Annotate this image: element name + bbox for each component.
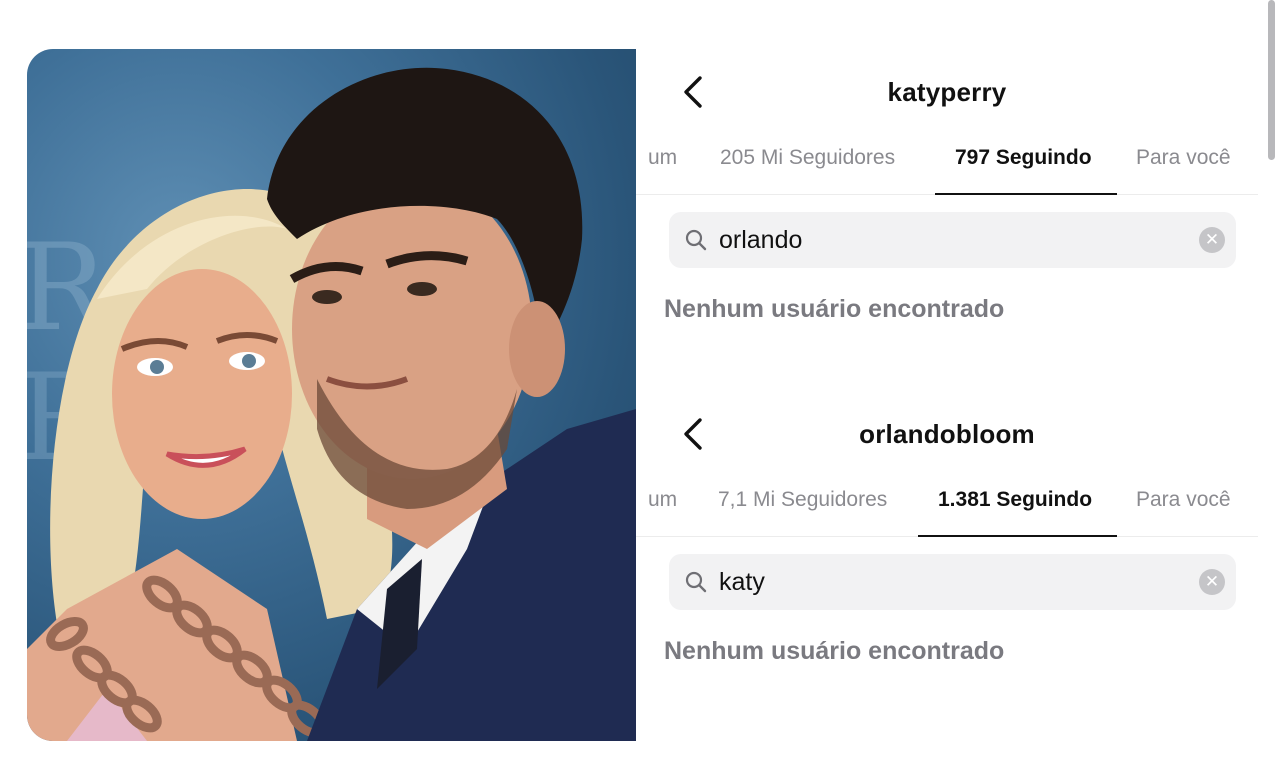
empty-results-message: Nenhum usuário encontrado [664, 295, 1005, 323]
tab-for-you[interactable]: Para você [1136, 488, 1231, 512]
search-input[interactable] [719, 220, 1189, 260]
profile-header: orlandobloom [636, 400, 1258, 470]
follow-tabs: um 7,1 Mi Seguidores 1.381 Seguindo Para… [636, 478, 1258, 537]
tab-subscriptions[interactable]: um [648, 488, 677, 512]
profile-username: orlandobloom [859, 419, 1035, 449]
tab-followers[interactable]: 7,1 Mi Seguidores [718, 488, 887, 512]
profile-following-screen-2: orlandobloom um 7,1 Mi Seguidores 1.381 … [636, 400, 1258, 700]
profile-header: katyperry [636, 58, 1258, 128]
search-bar: ✕ [669, 212, 1236, 268]
tab-for-you[interactable]: Para você [1136, 146, 1231, 170]
active-tab-indicator [918, 535, 1117, 537]
tab-followers[interactable]: 205 Mi Seguidores [720, 146, 895, 170]
profile-following-screen-1: katyperry um 205 Mi Seguidores 797 Segui… [636, 58, 1258, 358]
search-icon [685, 229, 707, 251]
follow-tabs: um 205 Mi Seguidores 797 Seguindo Para v… [636, 136, 1258, 195]
search-input[interactable] [719, 562, 1189, 602]
couple-illustration: R R [27, 67, 636, 741]
tab-following[interactable]: 1.381 Seguindo [938, 488, 1092, 512]
tab-following[interactable]: 797 Seguindo [955, 146, 1092, 170]
empty-results-message: Nenhum usuário encontrado [664, 637, 1005, 665]
scrollbar[interactable] [1268, 0, 1275, 160]
profile-username: katyperry [887, 77, 1007, 107]
couple-photo: R R [27, 49, 636, 741]
tab-subscriptions[interactable]: um [648, 146, 677, 170]
active-tab-indicator [935, 193, 1117, 195]
clear-icon[interactable]: ✕ [1199, 227, 1225, 253]
search-bar: ✕ [669, 554, 1236, 610]
search-icon [685, 571, 707, 593]
clear-icon[interactable]: ✕ [1199, 569, 1225, 595]
